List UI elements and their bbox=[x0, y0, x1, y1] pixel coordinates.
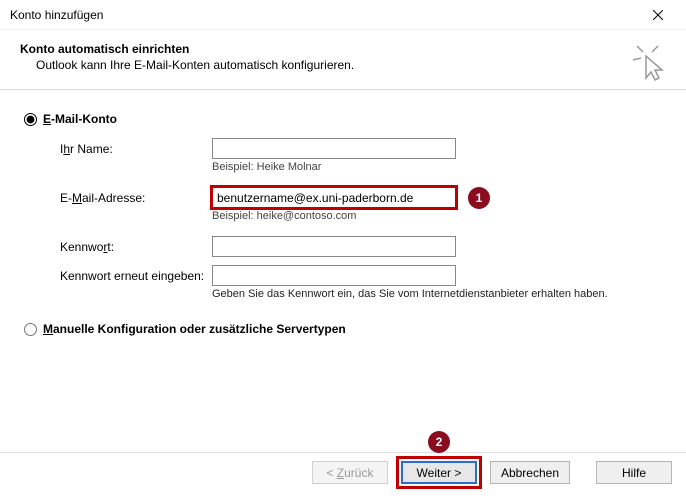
next-button-highlight: 2 Weiter > bbox=[396, 456, 482, 489]
wizard-header: Konto automatisch einrichten Outlook kan… bbox=[0, 30, 686, 90]
row-name: Ihr Name: bbox=[60, 138, 662, 159]
input-password-repeat[interactable] bbox=[212, 265, 456, 286]
wizard-body: E-Mail-Konto Ihr Name: Beispiel: Heike M… bbox=[0, 90, 686, 346]
titlebar: Konto hinzufügen bbox=[0, 0, 686, 30]
example-email: Beispiel: heike@contoso.com bbox=[60, 210, 662, 222]
input-email[interactable] bbox=[212, 187, 456, 208]
radio-manual[interactable] bbox=[24, 323, 37, 336]
radio-email-account-label: E-Mail-Konto bbox=[43, 112, 117, 126]
radio-manual-row[interactable]: Manuelle Konfiguration oder zusätzliche … bbox=[24, 322, 662, 336]
label-name: Ihr Name: bbox=[60, 142, 212, 156]
form-area: Ihr Name: Beispiel: Heike Molnar E-Mail-… bbox=[24, 138, 662, 300]
back-button: < Zurück bbox=[312, 461, 388, 484]
row-password: Kennwort: bbox=[60, 236, 662, 257]
cursor-click-icon bbox=[632, 44, 666, 84]
label-password-repeat: Kennwort erneut eingeben: bbox=[60, 269, 212, 283]
annotation-badge-2: 2 bbox=[428, 431, 450, 453]
close-button[interactable] bbox=[638, 1, 678, 29]
wizard-subtitle: Outlook kann Ihre E-Mail-Konten automati… bbox=[20, 58, 666, 72]
annotation-badge-1: 1 bbox=[468, 187, 490, 209]
cancel-button[interactable]: Abbrechen bbox=[490, 461, 570, 484]
wizard-title: Konto automatisch einrichten bbox=[20, 42, 666, 56]
next-button[interactable]: Weiter > bbox=[401, 461, 477, 484]
example-name: Beispiel: Heike Molnar bbox=[60, 161, 662, 173]
label-email: E-Mail-Adresse: bbox=[60, 191, 212, 205]
window-title: Konto hinzufügen bbox=[10, 8, 103, 22]
label-password: Kennwort: bbox=[60, 240, 212, 254]
password-hint: Geben Sie das Kennwort ein, das Sie vom … bbox=[60, 288, 662, 300]
row-password-repeat: Kennwort erneut eingeben: bbox=[60, 265, 662, 286]
radio-email-account-row[interactable]: E-Mail-Konto bbox=[24, 112, 662, 126]
input-name[interactable] bbox=[212, 138, 456, 159]
row-email: E-Mail-Adresse: 1 bbox=[60, 187, 662, 208]
button-separator bbox=[0, 452, 686, 453]
radio-email-account[interactable] bbox=[24, 113, 37, 126]
radio-manual-label: Manuelle Konfiguration oder zusätzliche … bbox=[43, 322, 346, 336]
close-icon bbox=[653, 10, 663, 20]
button-bar: < Zurück 2 Weiter > Abbrechen Hilfe bbox=[312, 456, 672, 489]
help-button[interactable]: Hilfe bbox=[596, 461, 672, 484]
input-password[interactable] bbox=[212, 236, 456, 257]
